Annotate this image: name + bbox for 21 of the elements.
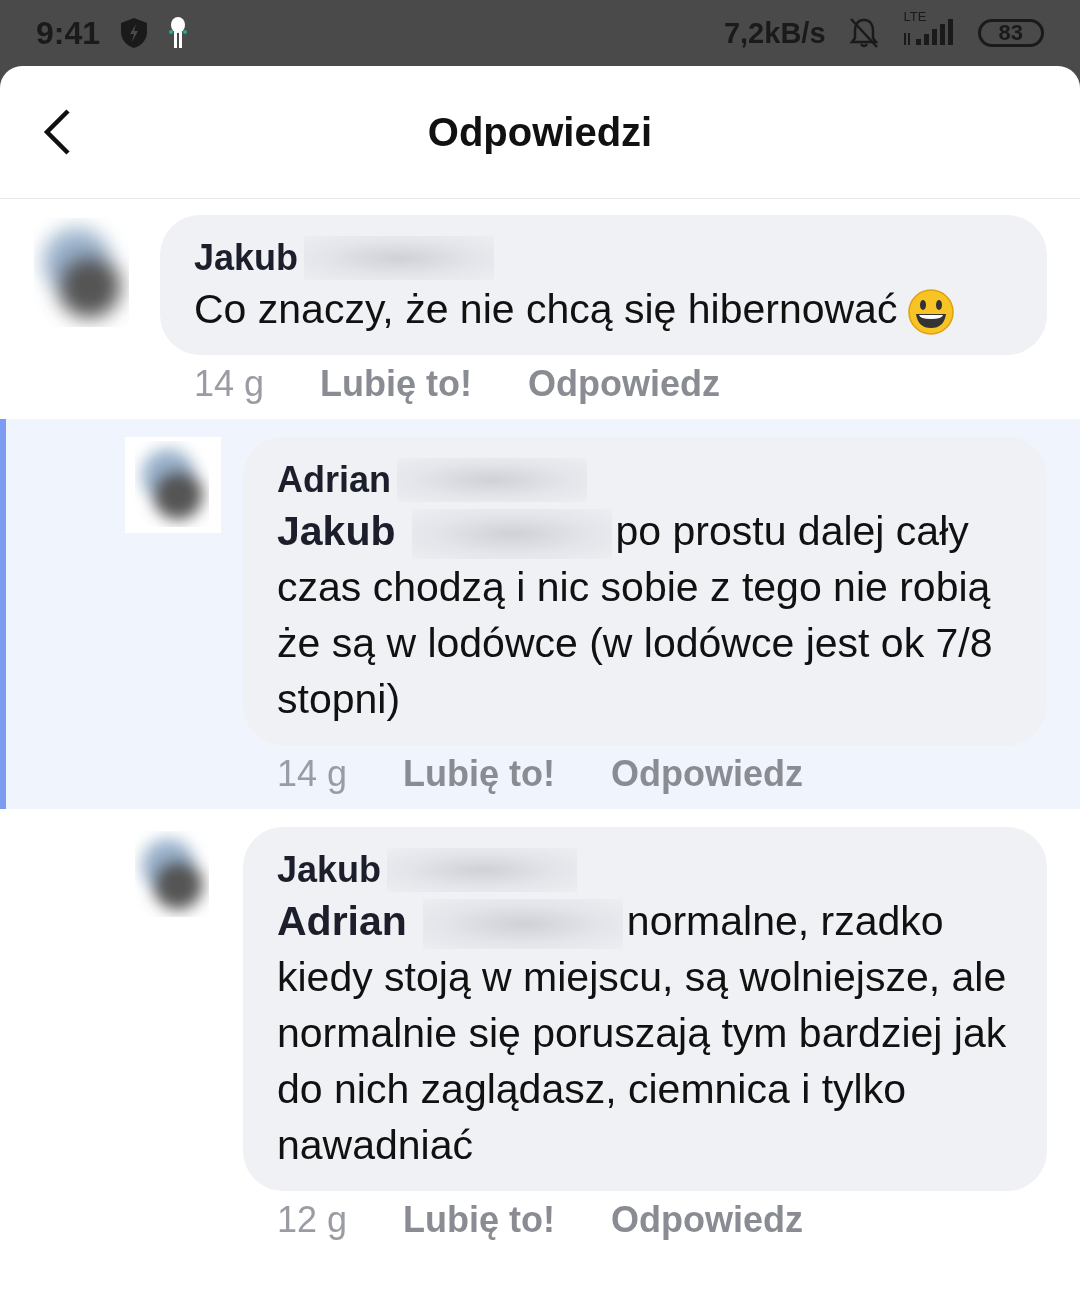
comment-time: 12 g [277,1199,348,1242]
author-name[interactable]: Adrian [277,459,391,501]
figure-icon [168,16,189,50]
like-link[interactable]: Lubię to! [403,1199,556,1242]
like-link[interactable]: Lubię to! [320,363,473,405]
comment-time: 14 g [194,363,265,405]
reply-link[interactable]: Odpowiedz [528,363,721,405]
shield-icon [120,17,149,49]
author-name[interactable]: Jakub [277,849,382,892]
comment-text: Jakub po prostu dalej cały czas chodzą i nic sobie z tego nie robią że są w lodówce (w lodówce jest ok 7/8 stopni) [277,507,994,725]
mention-link[interactable]: Jakub [277,508,396,554]
author-name[interactable]: Jakub [194,237,299,279]
comment-time: 14 g [277,753,348,796]
comment-text: Co znaczy, że nie chcą się hibernować [194,281,1013,337]
comment-text: Adrian normalne, rzadko kiedy stoją w miejscu, są wolniejsze, ale normalnie się poruszają tym bardziej jak do nich zaglądasz, ciemnica i tylko nawadniać [277,897,1008,1171]
back-icon[interactable] [42,108,72,156]
reply-link[interactable]: Odpowiedz [611,753,804,796]
reply-link[interactable]: Odpowiedz [611,1199,804,1242]
page-title: Odpowiedzi [427,109,653,155]
mention-link[interactable]: Adrian [277,898,407,945]
like-link[interactable]: Lubię to! [403,753,556,796]
